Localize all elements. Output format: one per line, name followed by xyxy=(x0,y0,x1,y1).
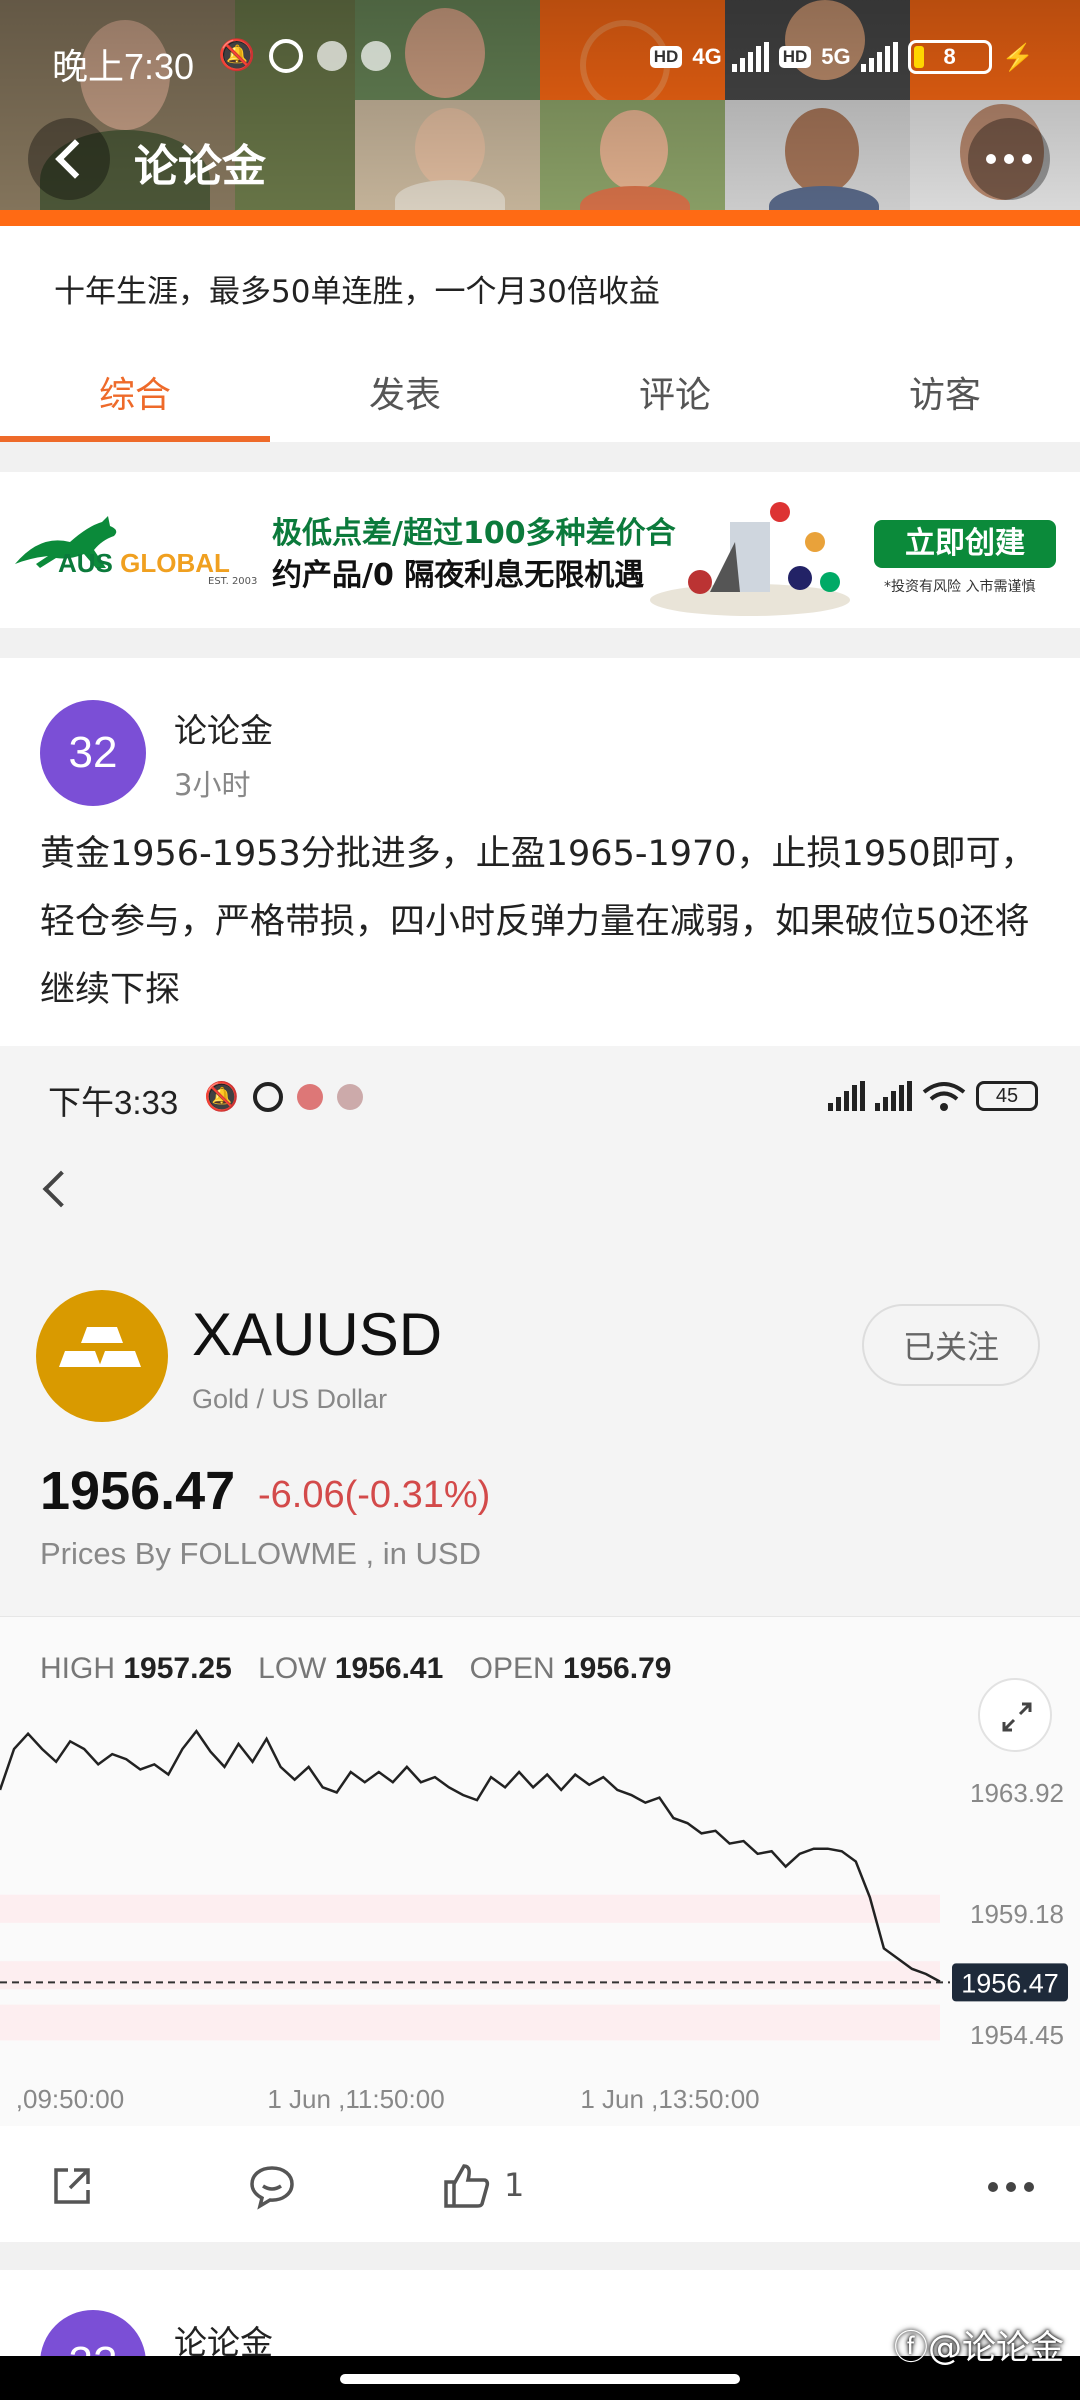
charging-icon: ⚡ xyxy=(1001,41,1034,72)
page-title: 论论金 xyxy=(134,141,266,192)
weather-icon xyxy=(361,40,392,71)
profile-bio: 十年生涯，最多50单连胜，一个月30倍收益 xyxy=(54,274,660,310)
hd-icon: HD xyxy=(649,46,683,68)
ad-cta-button[interactable]: 立即创建 xyxy=(874,520,1056,568)
mute-icon: 🔕 xyxy=(218,38,256,73)
profile-tabs: 综合 发表 评论 访客 xyxy=(0,346,1080,442)
comment-icon[interactable] xyxy=(248,2162,296,2210)
ad-brand-sub: GLOBAL xyxy=(120,548,230,578)
signal-icon xyxy=(860,42,898,72)
divider xyxy=(0,2242,1080,2270)
last-price-tag: 1956.47 xyxy=(952,1963,1068,2002)
y-tick-label: 1963.92 xyxy=(970,1778,1064,1808)
post-actions: 1 xyxy=(0,2126,1080,2242)
ad-subheadline: 约产品/0 隔夜利息无限机遇 xyxy=(272,558,645,593)
chart-band xyxy=(0,1961,940,1990)
app-notification-icon xyxy=(317,40,348,71)
post-text[interactable]: 黄金1956-1953分批进多，止盈1965-1970，止损1950即可，轻仓参… xyxy=(40,820,1050,1024)
y-tick-label: 1959.18 xyxy=(970,1899,1064,1929)
price-series-line xyxy=(0,1729,941,1983)
post-time: 3小时 xyxy=(174,768,251,802)
battery-level: 8 xyxy=(943,44,956,69)
divider xyxy=(0,442,1080,472)
status-time: 晚上7:30 xyxy=(52,46,195,87)
hd-icon: HD xyxy=(778,46,812,68)
like-icon[interactable] xyxy=(442,2162,490,2210)
post-image[interactable]: 下午3:33 🔕 45 XAUUSD Gold / US Dollar 已关注 … xyxy=(0,1046,1080,2126)
watermark-author: 论论金 xyxy=(962,2328,1064,2368)
watermark: ⓕ@论论金 xyxy=(894,2328,1064,2368)
home-indicator[interactable] xyxy=(340,2374,740,2384)
signal-icon xyxy=(731,42,769,72)
more-options-button[interactable] xyxy=(968,118,1050,200)
ad-banner[interactable]: AUS GLOBAL EST. 2003 极低点差/超过100多种差价合 约产品… xyxy=(0,472,1080,628)
y-tick-label: 1954.45 xyxy=(970,2020,1064,2050)
ad-headline: 极低点差/超过100多种差价合 xyxy=(272,516,676,551)
divider xyxy=(0,628,1080,658)
price-line-chart: 1956.47 1963.92 1959.18 1954.45 ,09:50:00 1 J… xyxy=(0,1729,1068,2114)
post-more-button[interactable] xyxy=(988,2182,1034,2192)
ad-brand-main: AUS xyxy=(58,548,113,578)
status-bar: 晚上7:30 🔕 HD 4G HD 5G 8 ⚡ xyxy=(0,28,1080,98)
x-tick-label: 1 Jun ,13:50:00 xyxy=(580,2084,759,2114)
profile-header: 晚上7:30 🔕 HD 4G HD 5G 8 ⚡ 论论金 xyxy=(0,0,1080,226)
tab-visitors[interactable]: 访客 xyxy=(810,346,1080,442)
share-icon[interactable] xyxy=(48,2162,96,2210)
like-count: 1 xyxy=(504,2166,525,2204)
network-5g-label: 5G xyxy=(821,44,851,69)
last-price-label: 1956.47 xyxy=(961,1968,1059,1998)
chart-band xyxy=(0,1894,940,1923)
ad-risk-note: *投资有风险 入市需谨慎 xyxy=(884,579,1036,595)
back-button[interactable] xyxy=(28,118,110,200)
network-4g-label: 4G xyxy=(692,44,722,69)
avatar[interactable]: 32 xyxy=(40,700,146,806)
tab-posts[interactable]: 发表 xyxy=(270,346,540,442)
chart-band xyxy=(0,2004,940,2041)
ad-products-illustration xyxy=(650,502,850,616)
alarm-icon xyxy=(269,38,304,73)
battery-icon: 8 xyxy=(907,40,992,74)
tab-overview[interactable]: 综合 xyxy=(0,346,270,442)
x-tick-label: 1 Jun ,11:50:00 xyxy=(267,2084,444,2114)
x-tick-label: ,09:50:00 xyxy=(16,2084,124,2114)
ad-est: EST. 2003 xyxy=(208,576,258,587)
post-author[interactable]: 论论金 xyxy=(174,704,273,752)
ad-brand: AUS GLOBAL xyxy=(58,548,230,579)
tab-comments[interactable]: 评论 xyxy=(540,346,810,442)
back-arrow-icon xyxy=(55,139,95,179)
